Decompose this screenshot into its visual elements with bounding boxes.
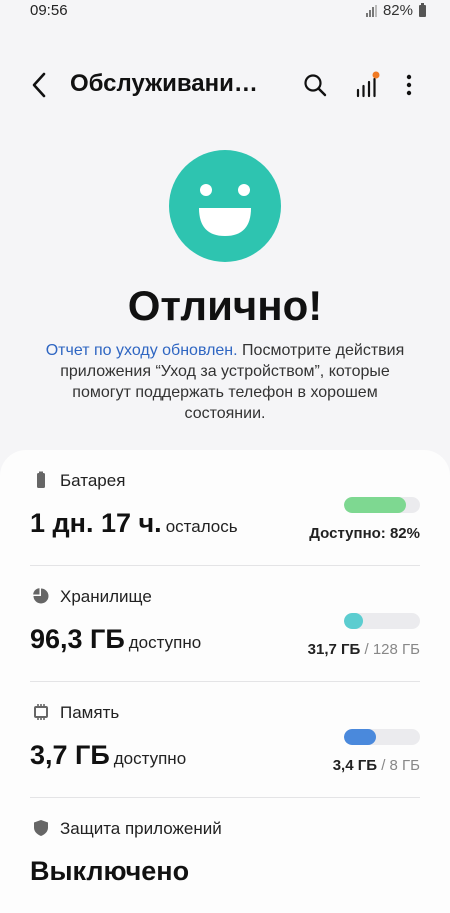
device-care-card: Батарея 1 дн. 17 ч. осталось Доступно: 82…: [0, 450, 450, 913]
storage-section[interactable]: Хранилище 96,3 ГБ доступно 31,7 ГБ / 128 …: [0, 566, 450, 681]
battery-percent: 82%: [382, 2, 413, 19]
signal-icon: [365, 4, 377, 17]
back-button[interactable]: [22, 68, 56, 102]
storage-available: 96,3 ГБ: [30, 624, 125, 654]
memory-chip-icon: [34, 704, 48, 720]
storage-label: Хранилище: [60, 587, 152, 606]
status-time: 09:56: [30, 2, 68, 19]
storage-total: / 128 ГБ: [364, 641, 421, 658]
smiley-face-icon: [199, 184, 251, 236]
battery-icon: [37, 471, 45, 488]
battery-available: Доступно: 82%: [309, 525, 420, 542]
memory-suffix: доступно: [113, 749, 187, 768]
storage-used: 31,7 ГБ: [307, 641, 361, 658]
battery-section[interactable]: Батарея 1 дн. 17 ч. осталось Доступно: 82…: [0, 450, 450, 565]
bar-chart-icon: [356, 71, 380, 98]
app-protection-value: Выключено: [30, 856, 189, 887]
battery-value: 1 дн. 17 ч. осталось: [30, 508, 238, 539]
app-protection-status: Выключено: [30, 856, 190, 886]
shield-icon: [34, 820, 48, 836]
report-link[interactable]: Отчет по уходу обновлен.: [46, 342, 238, 359]
search-button[interactable]: [298, 68, 332, 102]
notification-dot: [372, 71, 380, 79]
status-face: [169, 150, 281, 262]
app-protection-label: Защита приложений: [60, 819, 222, 838]
battery-progress-fill: [344, 497, 407, 513]
storage-progress: [344, 613, 420, 629]
status-description: Отчет по уходу обновлен. Посмотрите дейс…: [42, 340, 408, 424]
battery-label: Батарея: [60, 471, 126, 490]
storage-suffix: доступно: [128, 633, 202, 652]
memory-usage: 3,4 ГБ / 8 ГБ: [333, 757, 420, 774]
status-indicators: 82%: [365, 2, 426, 19]
app-bar: Обслуживани…: [0, 56, 450, 112]
more-vertical-icon: [406, 74, 412, 96]
battery-status-icon: [419, 2, 426, 17]
status-bar: 09:56 82%: [0, 0, 450, 22]
pie-chart-icon: [33, 588, 49, 604]
storage-value: 96,3 ГБ доступно: [30, 624, 201, 655]
battery-suffix: осталось: [165, 517, 238, 536]
page-title: Обслуживани…: [70, 70, 258, 97]
battery-time-left: 1 дн. 17 ч.: [30, 508, 162, 538]
memory-label: Память: [60, 703, 120, 722]
memory-used: 3,4 ГБ: [332, 757, 378, 774]
memory-progress-fill: [344, 729, 377, 745]
more-options-button[interactable]: [394, 68, 424, 102]
search-icon: [304, 74, 327, 97]
memory-section[interactable]: Память 3,7 ГБ доступно 3,4 ГБ / 8 ГБ: [0, 682, 450, 797]
storage-progress-fill: [344, 613, 363, 629]
battery-progress: [344, 497, 420, 513]
stats-button[interactable]: [350, 68, 384, 102]
storage-usage: 31,7 ГБ / 128 ГБ: [308, 641, 420, 658]
memory-available: 3,7 ГБ: [30, 740, 110, 770]
memory-total: / 8 ГБ: [381, 757, 420, 774]
app-protection-section[interactable]: Защита приложений Выключено: [0, 798, 450, 913]
chevron-left-icon: [32, 72, 46, 98]
memory-value: 3,7 ГБ доступно: [30, 740, 186, 771]
memory-progress: [344, 729, 420, 745]
status-headline: Отлично!: [127, 282, 323, 329]
